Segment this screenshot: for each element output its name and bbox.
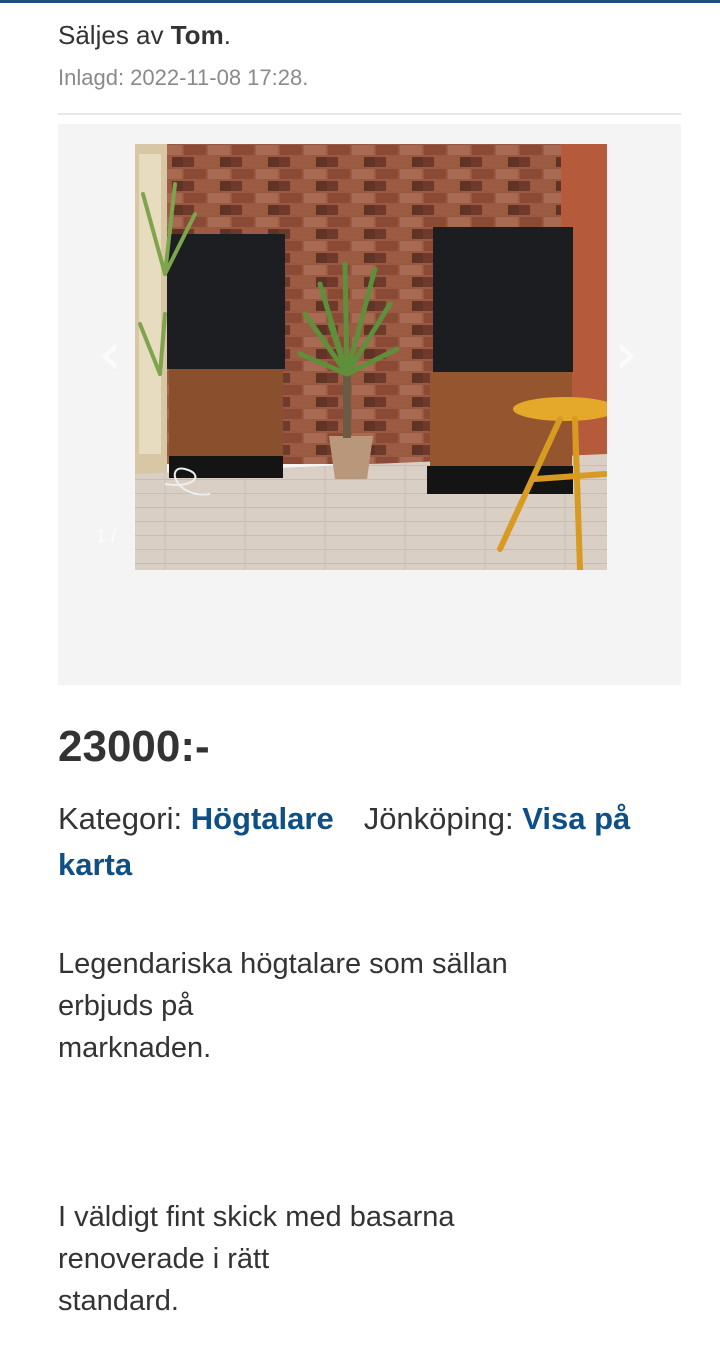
description-line: I väldigt fint skick med basarna	[58, 1201, 455, 1233]
chevron-left-icon[interactable]: ‹	[90, 319, 130, 389]
seller-suffix: .	[223, 20, 231, 50]
seller-prefix: Säljes av	[58, 20, 171, 50]
chevron-right-icon[interactable]: ›	[606, 319, 646, 389]
top-accent-bar	[0, 0, 720, 3]
description-line: standard.	[58, 1285, 179, 1317]
description-paragraph-1: Legendariska högtalare som sällan erbjud…	[58, 943, 618, 1069]
image-gallery[interactable]: ‹ › 1 /	[58, 124, 681, 685]
location-label: Jönköping:	[363, 801, 523, 836]
seller-name: Tom	[170, 20, 224, 50]
listing-meta: Kategori: Högtalare Jönköping: Visa på ka…	[58, 796, 678, 888]
divider	[58, 113, 681, 115]
description-line: erbjuds på	[58, 990, 194, 1022]
description-paragraph-2: I väldigt fint skick med basarna renover…	[58, 1196, 618, 1322]
description-line: marknaden.	[58, 1032, 212, 1064]
description-line: Legendariska högtalare som sällan	[58, 948, 508, 980]
price: 23000:-	[58, 722, 210, 771]
posted-date: Inlagd: 2022-11-08 17:28.	[58, 65, 309, 90]
description-line: renoverade i rätt	[58, 1243, 270, 1275]
listing-photo[interactable]	[135, 144, 607, 570]
category-link[interactable]: Högtalare	[191, 801, 334, 836]
seller-line: Säljes av Tom.	[58, 20, 231, 51]
image-counter: 1 /	[96, 526, 117, 546]
category-label: Kategori:	[58, 801, 191, 836]
